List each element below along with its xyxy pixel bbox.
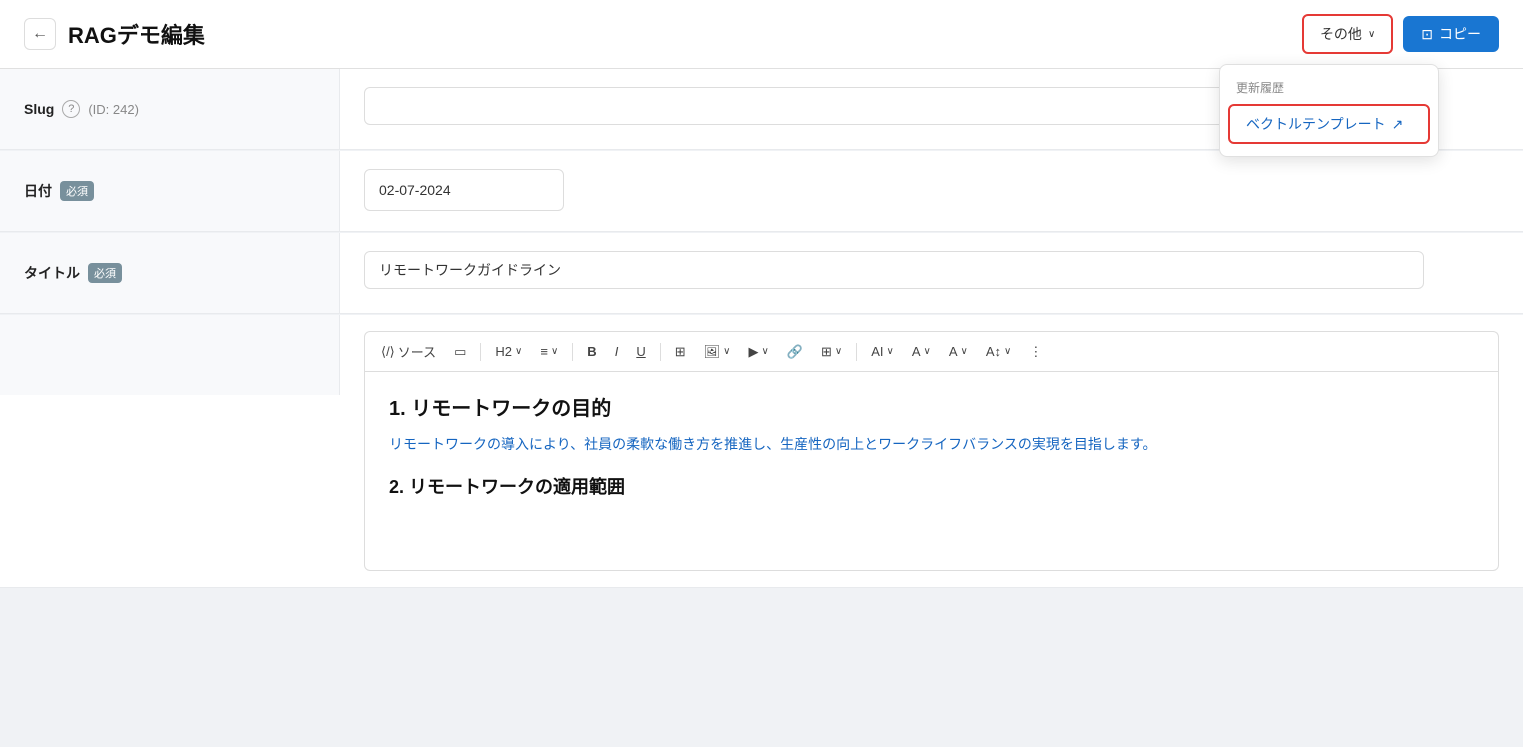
date-required-badge: 必須: [60, 181, 94, 201]
slug-help-icon[interactable]: ?: [62, 100, 80, 118]
vector-template-label: ベクトルテンプレート: [1246, 114, 1386, 134]
header: ← RAGデモ編集 その他 ∨ ⊡ コピー 更新履歴 ベクトルテンプレート ↗: [0, 0, 1523, 69]
header-left: ← RAGデモ編集: [24, 18, 205, 50]
monitor-icon: ▭: [454, 344, 466, 360]
heading-button[interactable]: H2 ∨: [487, 340, 530, 363]
heading-label: H2: [495, 344, 512, 359]
date-row: 日付 必須 🗓: [0, 151, 1523, 232]
header-right: その他 ∨ ⊡ コピー 更新履歴 ベクトルテンプレート ↗: [1302, 14, 1499, 54]
ai-chevron-icon: ∨: [887, 346, 894, 357]
italic-button[interactable]: I: [607, 340, 627, 363]
toolbar-sep-2: [572, 343, 573, 361]
link-button[interactable]: 🔗: [779, 340, 811, 364]
editor-row: ⟨/⟩ ソース ▭ H2 ∨ ≡ ∨: [0, 315, 1523, 588]
editor-label-cell: [0, 315, 340, 395]
toolbar-sep-4: [856, 343, 857, 361]
slug-id: (ID: 242): [88, 102, 139, 117]
dropdown-section-label: 更新履歴: [1220, 73, 1438, 100]
other-button-label: その他: [1320, 24, 1362, 44]
source-button[interactable]: ⟨/⟩ ソース: [373, 338, 444, 365]
table-icon: ⊞: [821, 344, 832, 360]
link-icon: 🔗: [787, 344, 803, 360]
font-color-chevron-icon: ∨: [924, 346, 931, 357]
title-input[interactable]: [364, 251, 1424, 289]
source-icon: ⟨/⟩: [381, 344, 395, 360]
title-label: タイトル: [24, 263, 80, 283]
ai-button[interactable]: AI ∨: [863, 340, 902, 363]
table-chevron-icon: ∨: [835, 346, 842, 357]
bold-button[interactable]: B: [579, 340, 604, 363]
chevron-down-icon: ∨: [1368, 29, 1375, 40]
back-button[interactable]: ←: [24, 18, 56, 50]
title-input-cell: [340, 233, 1523, 307]
highlight-button[interactable]: A ∨: [941, 340, 976, 363]
toolbar-sep-3: [660, 343, 661, 361]
editor-heading-2: 2. リモートワークの適用範囲: [389, 473, 1474, 499]
video-button[interactable]: ▶ ∨: [740, 340, 776, 364]
date-input-cell: 🗓: [340, 151, 1523, 229]
page-wrapper: ← RAGデモ編集 その他 ∨ ⊡ コピー 更新履歴 ベクトルテンプレート ↗: [0, 0, 1523, 747]
font-color-label: A: [912, 344, 921, 359]
video-chevron-icon: ∨: [761, 346, 768, 357]
more-icon: ⋮: [1029, 344, 1042, 360]
more-button[interactable]: ⋮: [1021, 340, 1050, 364]
font-size-button[interactable]: A↕ ∨: [978, 340, 1020, 363]
copy-button-label: コピー: [1439, 24, 1481, 44]
external-link-icon: ↗: [1392, 116, 1404, 133]
font-color-button[interactable]: A ∨: [904, 340, 939, 363]
date-input-wrapper: 🗓: [364, 169, 564, 211]
editor-paragraph-1: リモートワークの導入により、社員の柔軟な働き方を推進し、生産性の向上とワークライ…: [389, 433, 1474, 457]
copy-icon: ⊡: [1421, 26, 1433, 43]
font-size-chevron-icon: ∨: [1004, 346, 1011, 357]
align-icon: ≡: [540, 344, 548, 359]
other-button[interactable]: その他 ∨: [1302, 14, 1393, 54]
date-label: 日付: [24, 181, 52, 201]
editor-container: ⟨/⟩ ソース ▭ H2 ∨ ≡ ∨: [340, 315, 1523, 587]
date-input[interactable]: [365, 172, 564, 208]
ai-label: AI: [871, 344, 883, 359]
font-size-label: A↕: [986, 344, 1001, 359]
add-image-button[interactable]: ⊞: [667, 340, 694, 364]
monitor-button[interactable]: ▭: [446, 340, 474, 364]
dropdown-menu: 更新履歴 ベクトルテンプレート ↗: [1219, 64, 1439, 157]
title-label-cell: タイトル 必須: [0, 233, 340, 313]
title-row: タイトル 必須: [0, 233, 1523, 314]
table-button[interactable]: ⊞ ∨: [813, 340, 850, 364]
image-button[interactable]: 🖼 ∨: [696, 340, 739, 364]
highlight-chevron-icon: ∨: [961, 346, 968, 357]
image-icon: 🖼: [704, 344, 721, 360]
copy-button[interactable]: ⊡ コピー: [1403, 16, 1499, 52]
editor-toolbar: ⟨/⟩ ソース ▭ H2 ∨ ≡ ∨: [364, 331, 1499, 371]
slug-label-cell: Slug ? (ID: 242): [0, 69, 340, 149]
date-label-cell: 日付 必須: [0, 151, 340, 231]
align-button[interactable]: ≡ ∨: [532, 340, 566, 363]
video-icon: ▶: [748, 344, 758, 360]
page-title: RAGデモ編集: [68, 18, 205, 50]
toolbar-sep-1: [480, 343, 481, 361]
editor-body[interactable]: 1. リモートワークの目的 リモートワークの導入により、社員の柔軟な働き方を推進…: [364, 371, 1499, 571]
add-image-icon: ⊞: [675, 344, 686, 360]
editor-heading-1: 1. リモートワークの目的: [389, 392, 1474, 421]
slug-label: Slug: [24, 101, 54, 117]
underline-button[interactable]: U: [628, 340, 653, 363]
align-chevron-icon: ∨: [551, 346, 558, 357]
highlight-label: A: [949, 344, 958, 359]
vector-template-item[interactable]: ベクトルテンプレート ↗: [1228, 104, 1430, 144]
title-required-badge: 必須: [88, 263, 122, 283]
source-label: ソース: [398, 342, 436, 361]
heading-chevron-icon: ∨: [515, 346, 522, 357]
image-chevron-icon: ∨: [723, 346, 730, 357]
